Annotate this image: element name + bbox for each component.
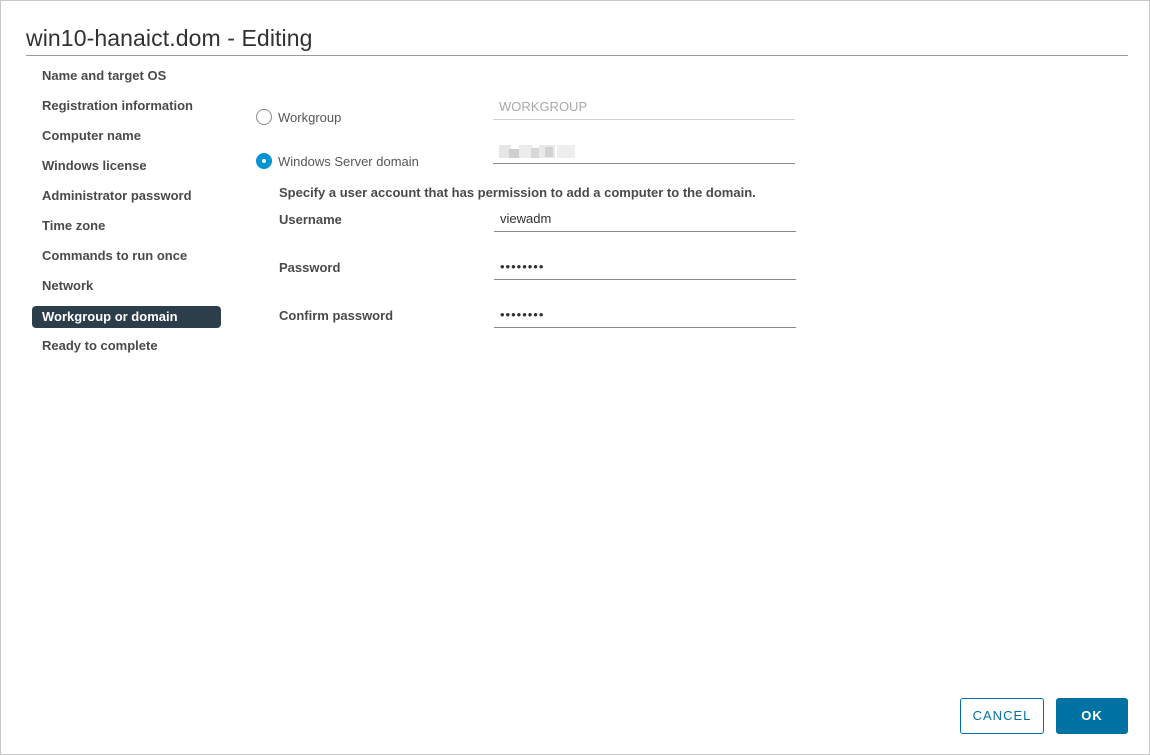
dialog-title: win10-hanaict.dom - Editing xyxy=(26,25,313,51)
nav-item-windows-license[interactable]: Windows license xyxy=(32,155,221,177)
confirm-password-input[interactable]: •••••••• xyxy=(494,304,796,328)
username-input[interactable]: viewadm xyxy=(494,208,796,232)
username-label: Username xyxy=(279,212,342,227)
password-label: Password xyxy=(279,260,341,275)
nav-item-workgroup-or-domain[interactable]: Workgroup or domain xyxy=(32,306,221,328)
ok-button[interactable]: OK xyxy=(1056,698,1128,734)
domain-radio[interactable] xyxy=(256,153,272,169)
nav-item-computer-name[interactable]: Computer name xyxy=(32,125,221,147)
password-input[interactable]: •••••••• xyxy=(494,256,796,280)
nav-item-ready-to-complete[interactable]: Ready to complete xyxy=(32,335,221,357)
redacted-domain-value xyxy=(499,145,577,158)
workgroup-radio[interactable] xyxy=(256,109,272,125)
workgroup-input[interactable]: WORKGROUP xyxy=(493,96,795,120)
confirm-password-label: Confirm password xyxy=(279,308,394,323)
domain-credentials-hint: Specify a user account that has permissi… xyxy=(279,185,756,200)
edit-dialog: win10-hanaict.dom - Editing Name and tar… xyxy=(0,0,1150,755)
nav-item-commands-to-run-once[interactable]: Commands to run once xyxy=(32,245,221,267)
nav-item-name-and-target-os[interactable]: Name and target OS xyxy=(32,65,221,87)
nav-item-network[interactable]: Network xyxy=(32,275,221,297)
nav-item-registration-information[interactable]: Registration information xyxy=(32,95,221,117)
cancel-button[interactable]: CANCEL xyxy=(960,698,1044,734)
domain-radio-label[interactable]: Windows Server domain xyxy=(278,154,419,169)
title-divider xyxy=(26,55,1128,56)
nav-item-time-zone[interactable]: Time zone xyxy=(32,215,221,237)
workgroup-radio-label[interactable]: Workgroup xyxy=(278,110,341,125)
nav-item-administrator-password[interactable]: Administrator password xyxy=(32,185,221,207)
